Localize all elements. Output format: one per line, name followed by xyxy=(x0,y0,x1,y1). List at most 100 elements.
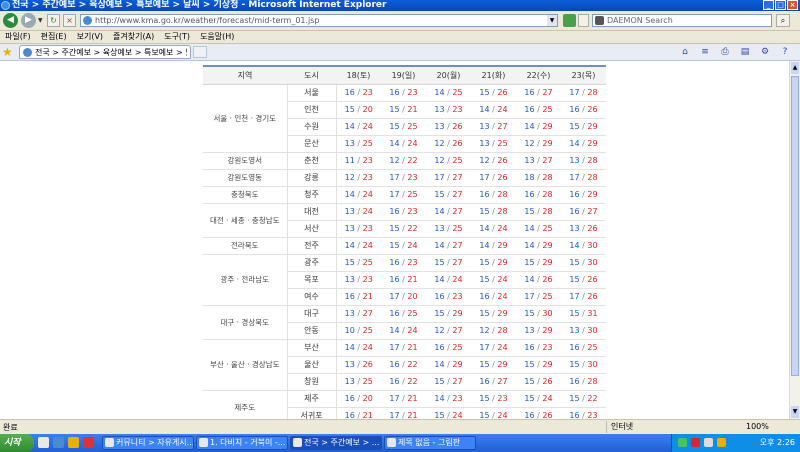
search-input[interactable]: DAEMON Search xyxy=(592,14,772,27)
temperature-cell: 15 / 30 xyxy=(516,305,561,323)
min-temp: 14 xyxy=(389,139,400,148)
max-temp: 27 xyxy=(362,309,373,318)
temperature-cell: 13 / 26 xyxy=(426,118,471,136)
menu-file[interactable]: 파일(F) xyxy=(0,31,36,43)
city-cell: 수원 xyxy=(287,118,337,136)
temperature-cell: 16 / 23 xyxy=(381,254,426,272)
taskbar-item-paint[interactable]: 제목 없음 - 그림판 xyxy=(384,436,476,450)
scrollbar-thumb[interactable] xyxy=(791,76,799,376)
minimize-button[interactable]: _ xyxy=(763,0,774,10)
min-temp: 13 xyxy=(434,224,445,233)
title-bar: 전국 > 주간예보 > 육상예보 > 특보예보 > 날씨 > 기상청 - Mic… xyxy=(0,0,800,11)
taskbar-item-music[interactable]: 1. 다비치 - 거북이 -... xyxy=(196,436,288,450)
menu-favorites[interactable]: 즐겨찾기(A) xyxy=(108,31,159,43)
temperature-cell: 15 / 29 xyxy=(471,305,516,323)
temperature-cell: 14 / 24 xyxy=(381,135,426,153)
max-temp: 28 xyxy=(542,173,553,182)
max-temp: 25 xyxy=(497,139,508,148)
max-temp: 29 xyxy=(587,122,598,131)
min-temp: 17 xyxy=(434,173,445,182)
min-temp: 13 xyxy=(344,207,355,216)
max-temp: 24 xyxy=(497,343,508,352)
temperature-cell: 15 / 25 xyxy=(336,254,381,272)
menu-edit[interactable]: 편집(E) xyxy=(36,31,72,43)
min-temp: 16 xyxy=(389,275,400,284)
temperature-cell: 17 / 21 xyxy=(381,390,426,408)
temp-separator: / xyxy=(354,105,363,114)
quicklaunch-media-icon[interactable] xyxy=(83,437,94,448)
temp-separator: / xyxy=(354,88,363,97)
start-button[interactable]: 시작 xyxy=(0,434,34,452)
rss-button[interactable] xyxy=(578,14,589,27)
temperature-cell: 17 / 27 xyxy=(426,169,471,187)
tab-current[interactable]: 전국 > 주간예보 > 육상예보 > 특보예보 > 날... xyxy=(19,45,191,59)
address-input[interactable]: http://www.kma.go.kr/weather/forecast/mi… xyxy=(80,14,558,27)
min-temp: 14 xyxy=(569,241,580,250)
maximize-button[interactable]: □ xyxy=(775,0,786,10)
temperature-cell: 16 / 28 xyxy=(516,186,561,204)
menu-tools[interactable]: 도구(T) xyxy=(159,31,195,43)
min-temp: 16 xyxy=(389,309,400,318)
history-dropdown-icon[interactable]: ▼ xyxy=(38,17,43,24)
min-temp: 16 xyxy=(569,207,580,216)
quicklaunch-desktop-icon[interactable] xyxy=(38,437,49,448)
refresh-button[interactable]: ↻ xyxy=(47,14,60,27)
forward-button[interactable]: ▶ xyxy=(21,13,36,28)
temp-separator: / xyxy=(354,394,363,403)
menu-view[interactable]: 보기(V) xyxy=(72,31,108,43)
taskbar-item-community[interactable]: 커뮤니티 > 자유게시... xyxy=(102,436,194,450)
temperature-cell: 16 / 25 xyxy=(561,339,606,357)
menu-help[interactable]: 도움말(H) xyxy=(195,31,239,43)
max-temp: 25 xyxy=(407,309,418,318)
favorites-star-icon[interactable]: ★ xyxy=(2,45,13,59)
temperature-cell: 14 / 23 xyxy=(426,390,471,408)
max-temp: 20 xyxy=(407,292,418,301)
help-icon[interactable]: ? xyxy=(778,46,792,58)
max-temp: 23 xyxy=(452,394,463,403)
address-dropdown-icon[interactable]: ▼ xyxy=(547,15,557,26)
scroll-down-icon[interactable]: ▼ xyxy=(791,406,799,418)
home-icon[interactable]: ⌂ xyxy=(678,46,692,58)
stop-button[interactable]: × xyxy=(63,14,76,27)
new-tab-button[interactable] xyxy=(193,46,207,58)
temperature-cell: 14 / 24 xyxy=(336,186,381,204)
vertical-scrollbar[interactable]: ▲ ▼ xyxy=(789,61,800,419)
min-temp: 16 xyxy=(569,377,580,386)
feeds-icon[interactable]: ≡ xyxy=(698,46,712,58)
region-cell: 전라북도 xyxy=(203,237,288,255)
messenger-tray-icon[interactable] xyxy=(717,438,726,447)
temperature-cell: 14 / 24 xyxy=(336,237,381,255)
temperature-cell: 15 / 26 xyxy=(516,373,561,391)
quicklaunch-folder-icon[interactable] xyxy=(68,437,79,448)
tools-menu-icon[interactable]: ⚙ xyxy=(758,46,772,58)
close-button[interactable]: × xyxy=(787,0,798,10)
back-button[interactable]: ◀ xyxy=(3,13,18,28)
scroll-up-icon[interactable]: ▲ xyxy=(791,62,799,74)
go-button[interactable] xyxy=(563,14,576,27)
network-tray-icon[interactable] xyxy=(678,438,687,447)
search-icon[interactable]: ⌕ xyxy=(776,14,790,27)
city-cell: 강릉 xyxy=(287,169,337,187)
temperature-cell: 12 / 23 xyxy=(336,169,381,187)
taskbar-item-weather[interactable]: 전국 > 주간예보 > ... xyxy=(290,436,382,450)
max-temp: 24 xyxy=(452,275,463,284)
table-row: 강원도영서 춘천 11 / 23 12 / 22 12 / 25 12 / 26 13 / … xyxy=(203,152,606,170)
max-temp: 25 xyxy=(542,224,553,233)
print-icon[interactable]: ⎙ xyxy=(718,46,732,58)
page-menu-icon[interactable]: ▤ xyxy=(738,46,752,58)
region-cell: 대전 · 세종 · 충청남도 xyxy=(203,203,288,238)
temp-separator: / xyxy=(354,343,363,352)
volume-tray-icon[interactable] xyxy=(704,438,713,447)
region-cell: 부산 · 울산 · 경상남도 xyxy=(203,339,288,391)
zoom-level[interactable]: 100% xyxy=(746,421,769,433)
max-temp: 26 xyxy=(587,275,598,284)
city-cell: 여수 xyxy=(287,288,337,306)
quicklaunch-ie-icon[interactable] xyxy=(53,437,64,448)
antivirus-tray-icon[interactable] xyxy=(691,438,700,447)
min-temp: 16 xyxy=(344,394,355,403)
temperature-cell: 18 / 28 xyxy=(516,169,561,187)
temperature-cell: 16 / 21 xyxy=(336,288,381,306)
max-temp: 24 xyxy=(362,190,373,199)
min-temp: 14 xyxy=(434,275,445,284)
max-temp: 26 xyxy=(587,224,598,233)
